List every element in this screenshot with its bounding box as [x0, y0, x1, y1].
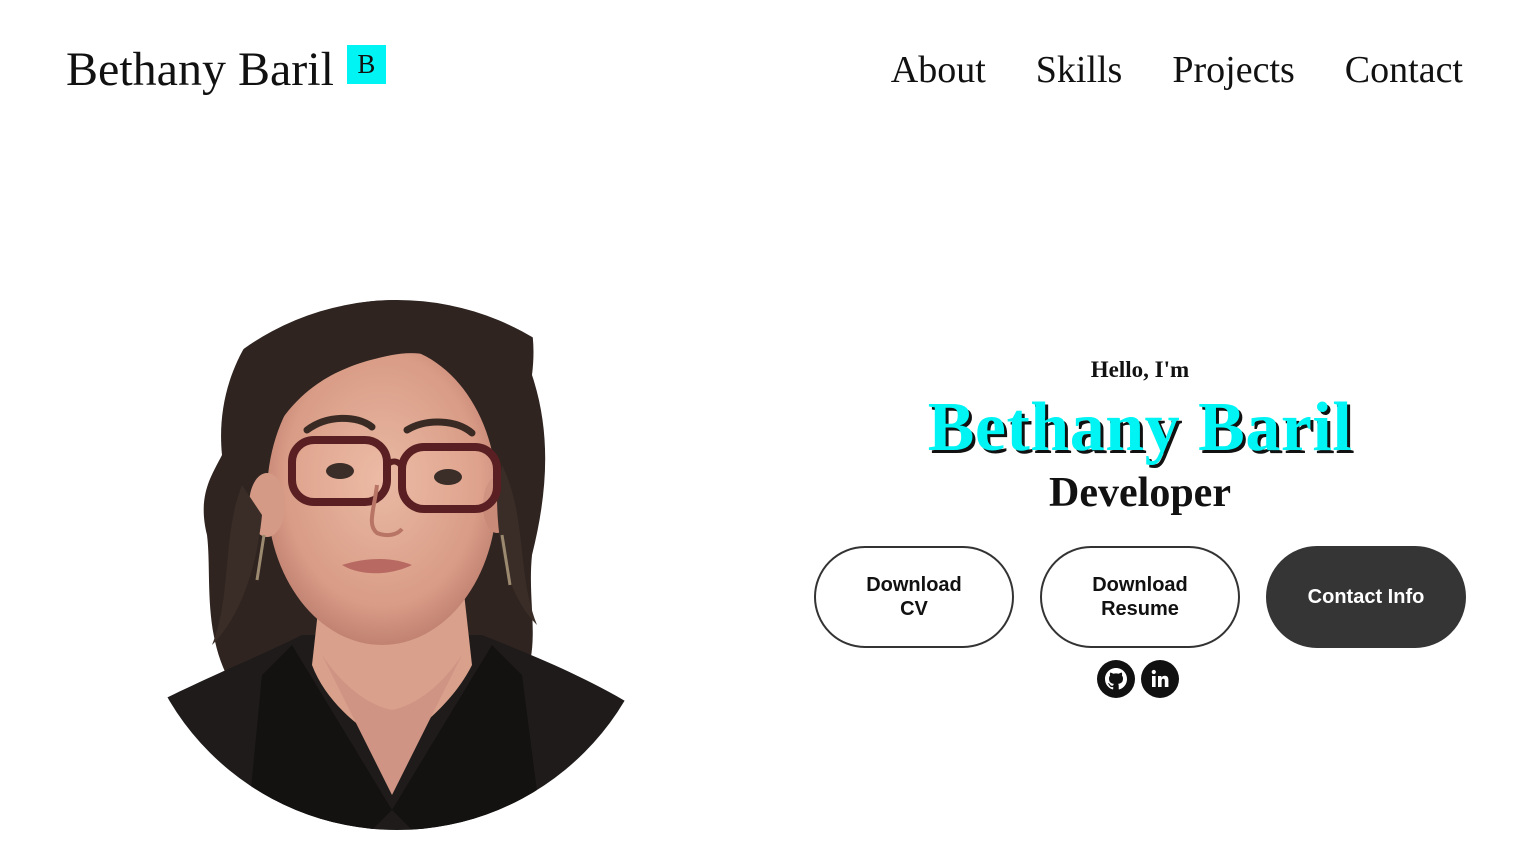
github-icon: [1097, 660, 1135, 698]
nav-link-contact[interactable]: Contact: [1345, 47, 1463, 93]
profile-photo: [152, 235, 632, 830]
main-nav: About Skills Projects Contact: [891, 47, 1463, 93]
nav-link-about[interactable]: About: [891, 47, 986, 93]
contact-info-button[interactable]: Contact Info: [1266, 546, 1466, 648]
hero-role: Developer: [1049, 470, 1231, 516]
linkedin-icon: [1141, 660, 1179, 698]
hero-name: Bethany Baril: [927, 389, 1353, 466]
brand-name: Bethany Baril: [66, 43, 334, 96]
brand-logo: B: [346, 44, 386, 84]
greeting-text: Hello, I'm: [1090, 357, 1190, 382]
nav-link-skills[interactable]: Skills: [1036, 47, 1123, 93]
site-header: Bethany Baril B About Skills Projects Co…: [0, 0, 1530, 140]
brand-home-link[interactable]: Bethany Baril B: [66, 40, 386, 100]
hero-buttons: Download CV Download Resume Contact Info: [814, 546, 1466, 648]
linkedin-link[interactable]: [1141, 660, 1179, 698]
github-link[interactable]: [1097, 660, 1135, 698]
brand-logo-letter: B: [357, 48, 376, 79]
social-links: [1097, 660, 1179, 698]
profile-portrait-illustration: [152, 300, 632, 830]
download-resume-button[interactable]: Download Resume: [1040, 546, 1240, 648]
nav-link-projects[interactable]: Projects: [1172, 47, 1294, 93]
hero-intro: Hello, I'm Bethany Baril Developer: [800, 352, 1480, 518]
download-cv-button[interactable]: Download CV: [814, 546, 1014, 648]
